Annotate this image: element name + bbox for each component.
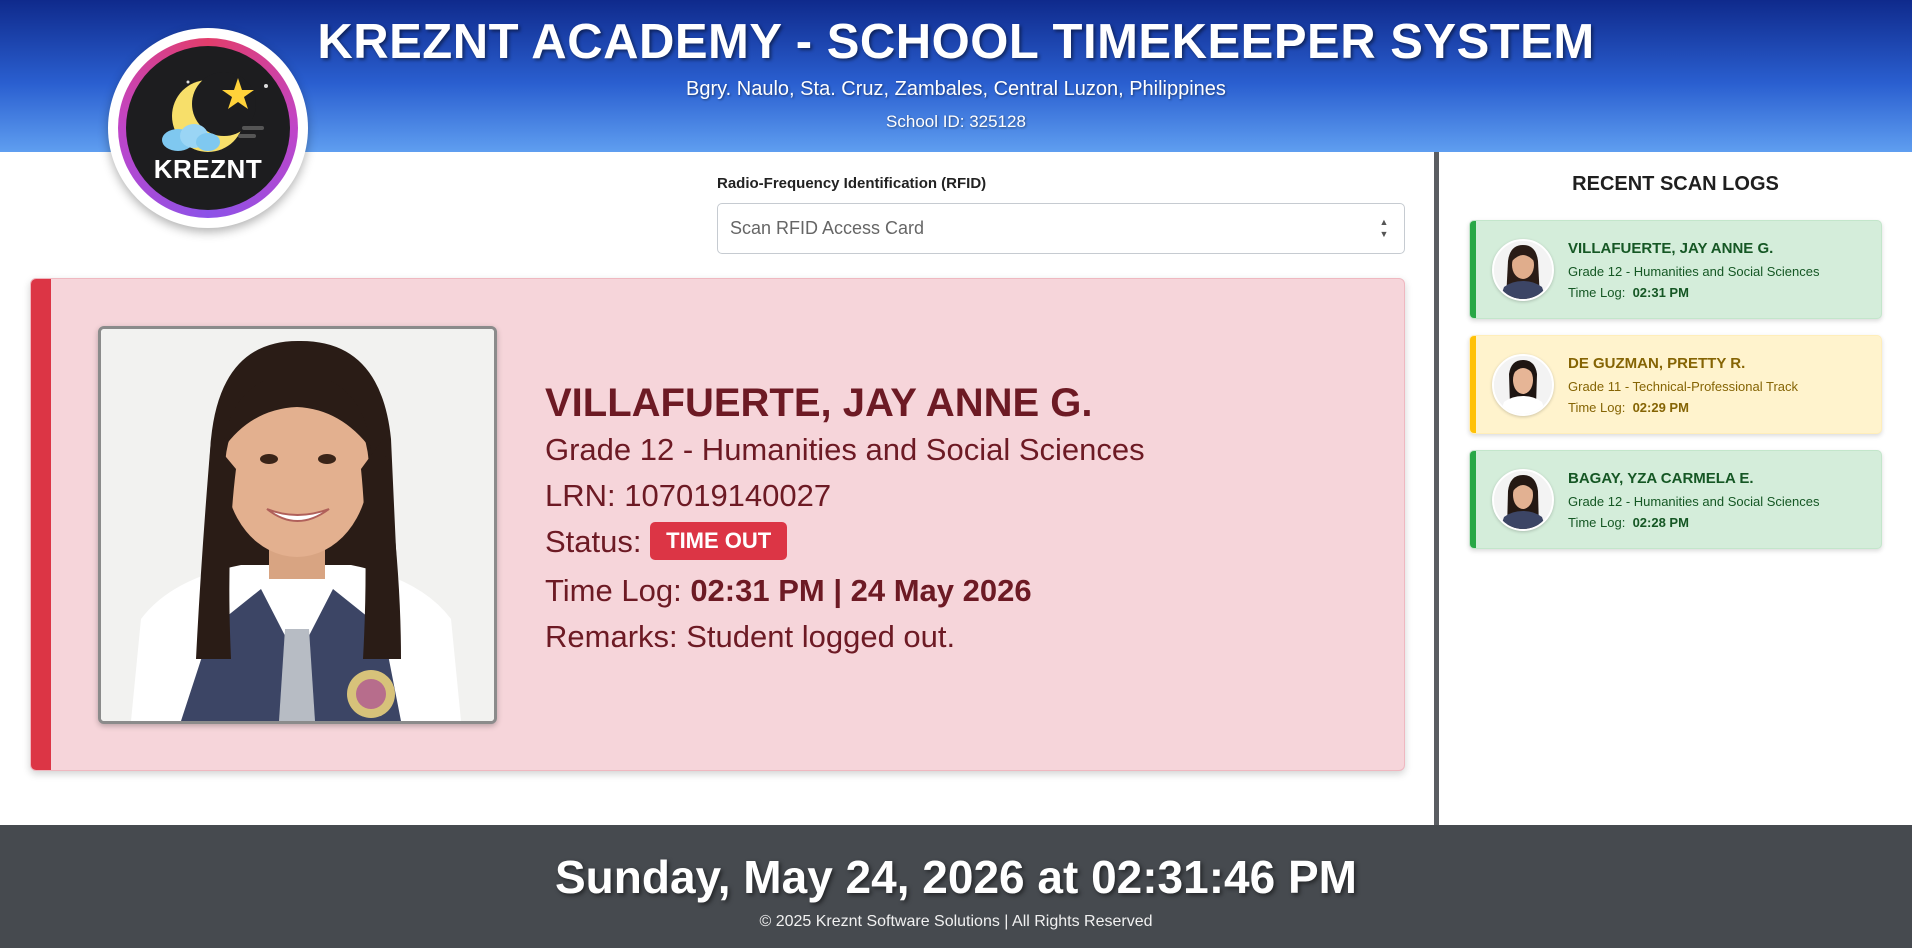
log-time: Time Log: 02:29 PM <box>1568 400 1689 415</box>
log-name: VILLAFUERTE, JAY ANNE G. <box>1568 240 1774 257</box>
log-grade: Grade 12 - Humanities and Social Science… <box>1568 264 1820 279</box>
student-name: VILLAFUERTE, JAY ANNE G. <box>545 381 1093 425</box>
student-photo-icon <box>101 329 494 721</box>
recent-logs-title: RECENT SCAN LOGS <box>1572 173 1779 195</box>
student-avatar <box>1492 469 1554 531</box>
rfid-label: Radio-Frequency Identification (RFID) <box>717 175 987 192</box>
status-accent-bar <box>31 279 51 770</box>
student-status: Status: TIME OUT <box>545 521 1145 563</box>
log-entry[interactable]: DE GUZMAN, PRETTY R. Grade 11 - Technica… <box>1469 335 1882 434</box>
student-photo <box>98 326 497 724</box>
panel-divider <box>1434 152 1439 825</box>
log-time: Time Log: 02:31 PM <box>1568 285 1689 300</box>
log-entry[interactable]: VILLAFUERTE, JAY ANNE G. Grade 12 - Huma… <box>1469 220 1882 319</box>
copyright-text: © 2025 Kreznt Software Solutions | All R… <box>759 913 1153 930</box>
student-avatar <box>1492 354 1554 416</box>
student-remarks: Remarks: Student logged out. <box>545 618 956 654</box>
school-logo: KREZNT <box>108 28 308 228</box>
student-time-log: Time Log: 02:31 PM | 24 May 2026 <box>545 573 1145 609</box>
moon-star-cloud-icon <box>162 72 268 152</box>
log-grade: Grade 11 - Technical-Professional Track <box>1568 379 1799 394</box>
student-card: VILLAFUERTE, JAY ANNE G. Grade 12 - Huma… <box>30 278 1405 771</box>
log-name: BAGAY, YZA CARMELA E. <box>1568 470 1754 487</box>
time-log-value: 02:31 PM | 24 May 2026 <box>690 572 1032 608</box>
student-info: VILLAFUERTE, JAY ANNE G. Grade 12 - Huma… <box>545 381 1145 655</box>
status-label: Status: <box>545 524 642 559</box>
student-grade: Grade 12 - Humanities and Social Science… <box>545 432 1145 467</box>
status-badge: TIME OUT <box>650 521 788 560</box>
time-log-label: Time Log: <box>545 572 682 608</box>
rfid-input[interactable] <box>717 203 1405 254</box>
rfid-spinner-icon[interactable]: ▲ ▼ <box>1377 216 1391 242</box>
student-avatar <box>1492 239 1554 301</box>
log-entry[interactable]: BAGAY, YZA CARMELA E. Grade 12 - Humanit… <box>1469 450 1882 549</box>
live-clock: Sunday, May 24, 2026 at 02:31:46 PM <box>555 851 1357 903</box>
student-lrn: LRN: 107019140027 <box>545 478 832 513</box>
logo-text: KREZNT <box>153 154 263 184</box>
app-footer: Sunday, May 24, 2026 at 02:31:46 PM © 20… <box>0 825 1912 948</box>
log-name: DE GUZMAN, PRETTY R. <box>1568 355 1746 372</box>
log-time: Time Log: 02:28 PM <box>1568 515 1689 530</box>
log-grade: Grade 12 - Humanities and Social Science… <box>1568 494 1820 509</box>
